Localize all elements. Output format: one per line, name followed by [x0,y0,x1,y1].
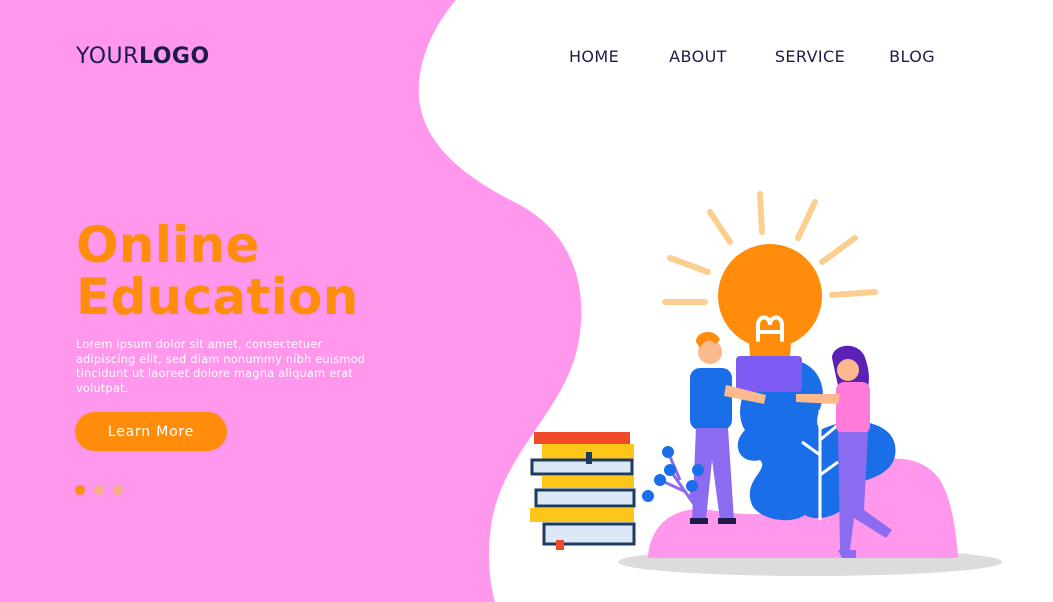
learn-more-button[interactable]: Learn More [75,412,227,451]
slider-dots [75,485,123,495]
hero-title-line1: Online [76,216,260,274]
hero-title-line2: Education [76,268,359,326]
landing-page: YOURLOGO HOME ABOUT SERVICE BLOG Online … [0,0,1053,602]
nav-service[interactable]: SERVICE [775,47,845,66]
nav-blog[interactable]: BLOG [889,47,935,66]
logo-bold: LOGO [138,44,210,69]
nav-about[interactable]: ABOUT [669,47,727,66]
nav-home[interactable]: HOME [569,47,619,66]
book-stack-icon [530,432,636,550]
main-nav: HOME ABOUT SERVICE BLOG [560,47,935,66]
logo[interactable]: YOURLOGO [76,44,210,69]
flower-branch-icon [642,446,704,511]
hero-description: Lorem ipsum dolor sit amet, consectetuer… [76,338,366,395]
slider-dot-1[interactable] [75,485,85,495]
logo-regular: YOUR [76,44,139,69]
slider-dot-3[interactable] [113,485,123,495]
slider-dot-2[interactable] [94,485,104,495]
hero-title: Online Education [76,219,359,323]
education-illustration [530,191,1002,576]
